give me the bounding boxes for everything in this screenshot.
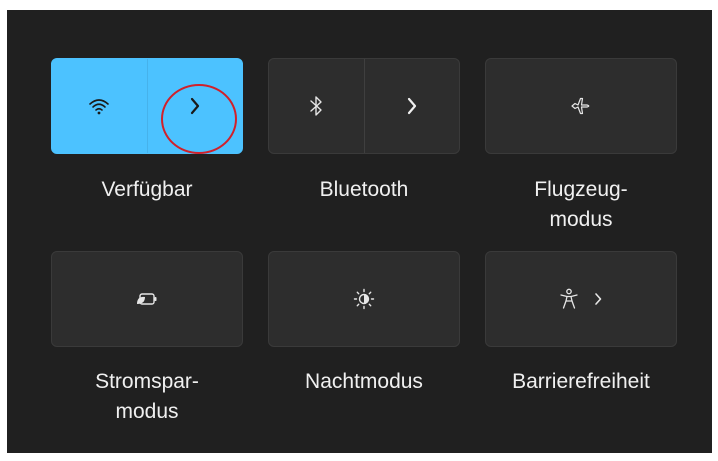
night-light-icon bbox=[353, 288, 375, 310]
wifi-expand-button[interactable] bbox=[148, 59, 243, 153]
airplane-icon bbox=[570, 97, 592, 115]
battery-saver-icon bbox=[135, 291, 159, 307]
battery-saver-tile-label: Stromspar- modus bbox=[51, 367, 243, 427]
battery-saver-tile[interactable] bbox=[51, 251, 243, 347]
quick-settings-panel: Verfügbar Bluetooth Flugzeug- modus Stro… bbox=[7, 10, 712, 453]
wifi-toggle-button[interactable] bbox=[52, 59, 147, 153]
wifi-tile bbox=[51, 58, 243, 154]
night-light-tile[interactable] bbox=[268, 251, 460, 347]
bluetooth-icon bbox=[309, 95, 323, 117]
airplane-mode-tile-label: Flugzeug- modus bbox=[485, 175, 677, 235]
label-line: modus bbox=[115, 400, 179, 423]
accessibility-tile[interactable] bbox=[485, 251, 677, 347]
chevron-right-icon bbox=[593, 291, 603, 307]
night-light-tile-label: Nachtmodus bbox=[305, 370, 423, 393]
bluetooth-expand-button[interactable] bbox=[365, 59, 460, 153]
label-line: Stromspar- bbox=[95, 370, 199, 393]
bluetooth-tile-label: Bluetooth bbox=[319, 178, 409, 201]
label-line: Flugzeug- bbox=[534, 178, 628, 201]
chevron-right-icon bbox=[189, 97, 201, 115]
airplane-mode-tile[interactable] bbox=[485, 58, 677, 154]
label-line: modus bbox=[549, 208, 613, 231]
chevron-right-icon bbox=[406, 97, 418, 115]
wifi-icon bbox=[88, 97, 110, 115]
accessibility-icon bbox=[559, 288, 579, 310]
accessibility-tile-label: Barrierefreiheit bbox=[512, 370, 650, 393]
bluetooth-toggle-button[interactable] bbox=[269, 59, 364, 153]
bluetooth-tile bbox=[268, 58, 460, 154]
wifi-tile-label: Verfügbar bbox=[101, 178, 193, 201]
